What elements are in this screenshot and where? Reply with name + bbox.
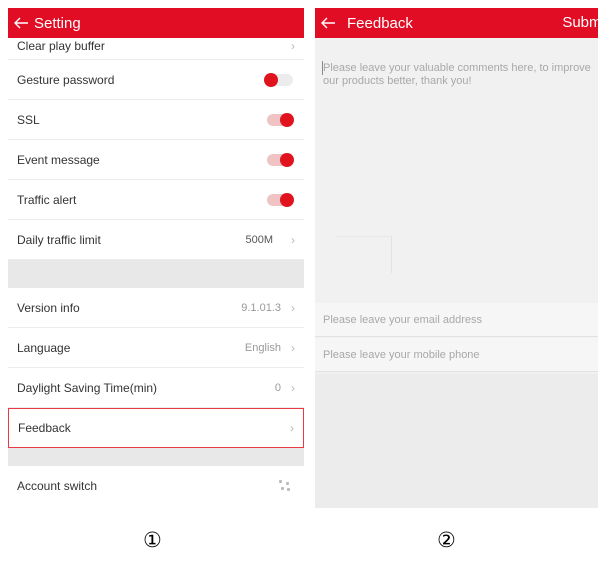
feedback-form: Please leave your valuable comments here… bbox=[315, 38, 598, 508]
back-arrow-icon[interactable] bbox=[8, 8, 34, 38]
row-label: Version info bbox=[17, 300, 80, 315]
settings-list: Clear play buffer › Gesture password SSL… bbox=[8, 38, 304, 506]
comment-placeholder: Please leave your valuable comments here… bbox=[323, 62, 591, 87]
caption-2: ② bbox=[437, 528, 456, 552]
row-clear-play-buffer[interactable]: Clear play buffer › bbox=[8, 38, 304, 60]
chevron-right-icon: › bbox=[291, 340, 295, 355]
row-label: Daylight Saving Time(min) bbox=[17, 380, 158, 395]
row-traffic-alert: Traffic alert bbox=[8, 180, 304, 220]
switch-icon bbox=[279, 480, 291, 492]
faint-artifact bbox=[335, 236, 392, 273]
row-ssl: SSL bbox=[8, 100, 304, 140]
section-divider bbox=[8, 448, 304, 466]
row-account-switch[interactable]: Account switch bbox=[8, 466, 304, 506]
row-event-message: Event message bbox=[8, 140, 304, 180]
mobile-phone-field[interactable]: Please leave your mobile phone bbox=[315, 338, 598, 372]
section-divider bbox=[8, 260, 304, 288]
page-title: Feedback bbox=[347, 14, 413, 32]
language-value: English bbox=[244, 341, 281, 354]
caption-1: ① bbox=[143, 528, 162, 552]
row-daylight-saving-time[interactable]: Daylight Saving Time(min) 0 › bbox=[8, 368, 304, 408]
page-title: Setting bbox=[34, 14, 81, 32]
back-arrow-icon[interactable] bbox=[315, 8, 341, 38]
version-value: 9.1.01.3 bbox=[241, 301, 281, 314]
row-label: Account switch bbox=[17, 479, 98, 493]
app-bar: Setting bbox=[8, 8, 304, 38]
row-label: Language bbox=[17, 340, 71, 355]
daily-traffic-value: 500M bbox=[245, 233, 273, 246]
gesture-password-toggle[interactable] bbox=[264, 72, 293, 87]
feedback-screen: Feedback Submit Please leave your valuab… bbox=[315, 8, 598, 508]
email-field[interactable]: Please leave your email address bbox=[315, 303, 598, 337]
chevron-right-icon: › bbox=[290, 421, 294, 435]
row-label: Clear play buffer bbox=[17, 39, 105, 53]
row-label: Gesture password bbox=[17, 72, 115, 87]
chevron-right-icon: › bbox=[291, 39, 295, 53]
chevron-right-icon: › bbox=[291, 300, 295, 315]
row-feedback[interactable]: Feedback › bbox=[8, 408, 304, 448]
chevron-right-icon: › bbox=[291, 380, 295, 395]
row-label: Event message bbox=[17, 152, 100, 167]
app-bar: Feedback Submit bbox=[315, 8, 598, 38]
ssl-toggle[interactable] bbox=[267, 112, 294, 127]
row-label: Feedback bbox=[18, 421, 71, 435]
event-message-toggle[interactable] bbox=[267, 152, 294, 167]
row-language[interactable]: Language English › bbox=[8, 328, 304, 368]
traffic-alert-toggle[interactable] bbox=[267, 192, 294, 207]
row-version-info[interactable]: Version info 9.1.01.3 › bbox=[8, 288, 304, 328]
row-gesture-password: Gesture password bbox=[8, 60, 304, 100]
row-label: Daily traffic limit bbox=[17, 232, 101, 247]
submit-button[interactable]: Submit bbox=[562, 8, 598, 38]
comment-textarea[interactable]: Please leave your valuable comments here… bbox=[315, 38, 598, 300]
row-label: Traffic alert bbox=[17, 192, 77, 207]
row-daily-traffic-limit[interactable]: Daily traffic limit 500M › bbox=[8, 220, 304, 260]
row-label: SSL bbox=[17, 112, 40, 127]
chevron-right-icon: › bbox=[291, 232, 295, 247]
setting-screen: Setting Clear play buffer › Gesture pass… bbox=[8, 8, 304, 508]
empty-area bbox=[315, 374, 598, 508]
